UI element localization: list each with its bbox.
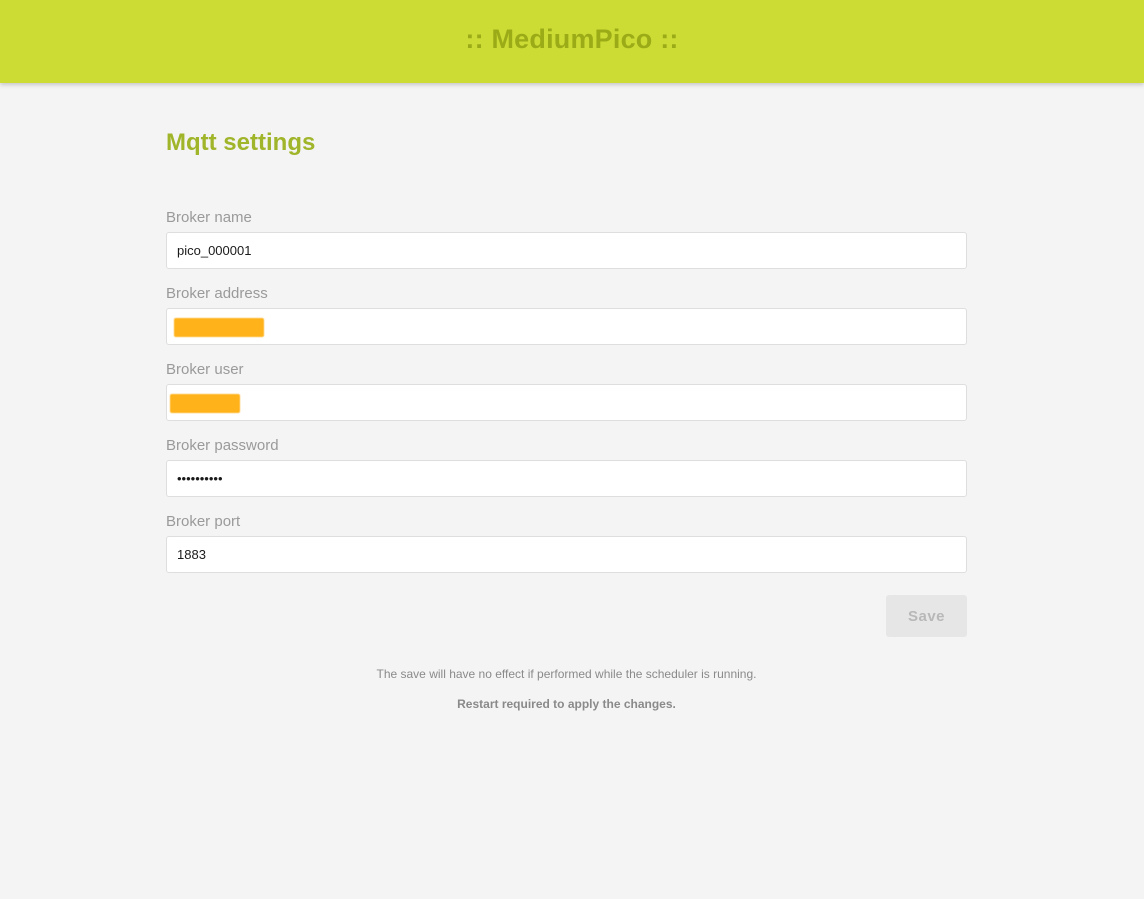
broker-password-input[interactable]: ••••••••••: [166, 460, 967, 497]
page-title: Mqtt settings: [166, 129, 316, 156]
app-header: :: MediumPico ::: [0, 0, 1144, 83]
broker-port-label: Broker port: [166, 513, 241, 530]
broker-port-input[interactable]: [166, 536, 967, 573]
broker-port-field: Broker port: [166, 512, 967, 573]
broker-name-field: Broker name: [166, 208, 967, 269]
app-title: :: MediumPico ::: [465, 24, 679, 54]
broker-name-input[interactable]: [166, 232, 967, 269]
broker-address-input[interactable]: [166, 308, 967, 345]
broker-password-label: Broker password: [166, 437, 279, 454]
restart-notice: Restart required to apply the changes.: [457, 697, 676, 711]
broker-password-field: Broker password ••••••••••: [166, 436, 967, 497]
scheduler-warning-note: The save will have no effect if performe…: [376, 667, 757, 681]
broker-address-field: Broker address: [166, 284, 967, 345]
broker-user-input[interactable]: [166, 384, 967, 421]
broker-user-field: Broker user: [166, 360, 967, 421]
broker-user-label: Broker user: [166, 361, 244, 378]
redaction-mark: [170, 394, 240, 413]
broker-name-label: Broker name: [166, 209, 252, 226]
broker-address-label: Broker address: [166, 285, 268, 302]
save-button[interactable]: Save: [886, 595, 967, 637]
redaction-mark: [174, 318, 264, 337]
